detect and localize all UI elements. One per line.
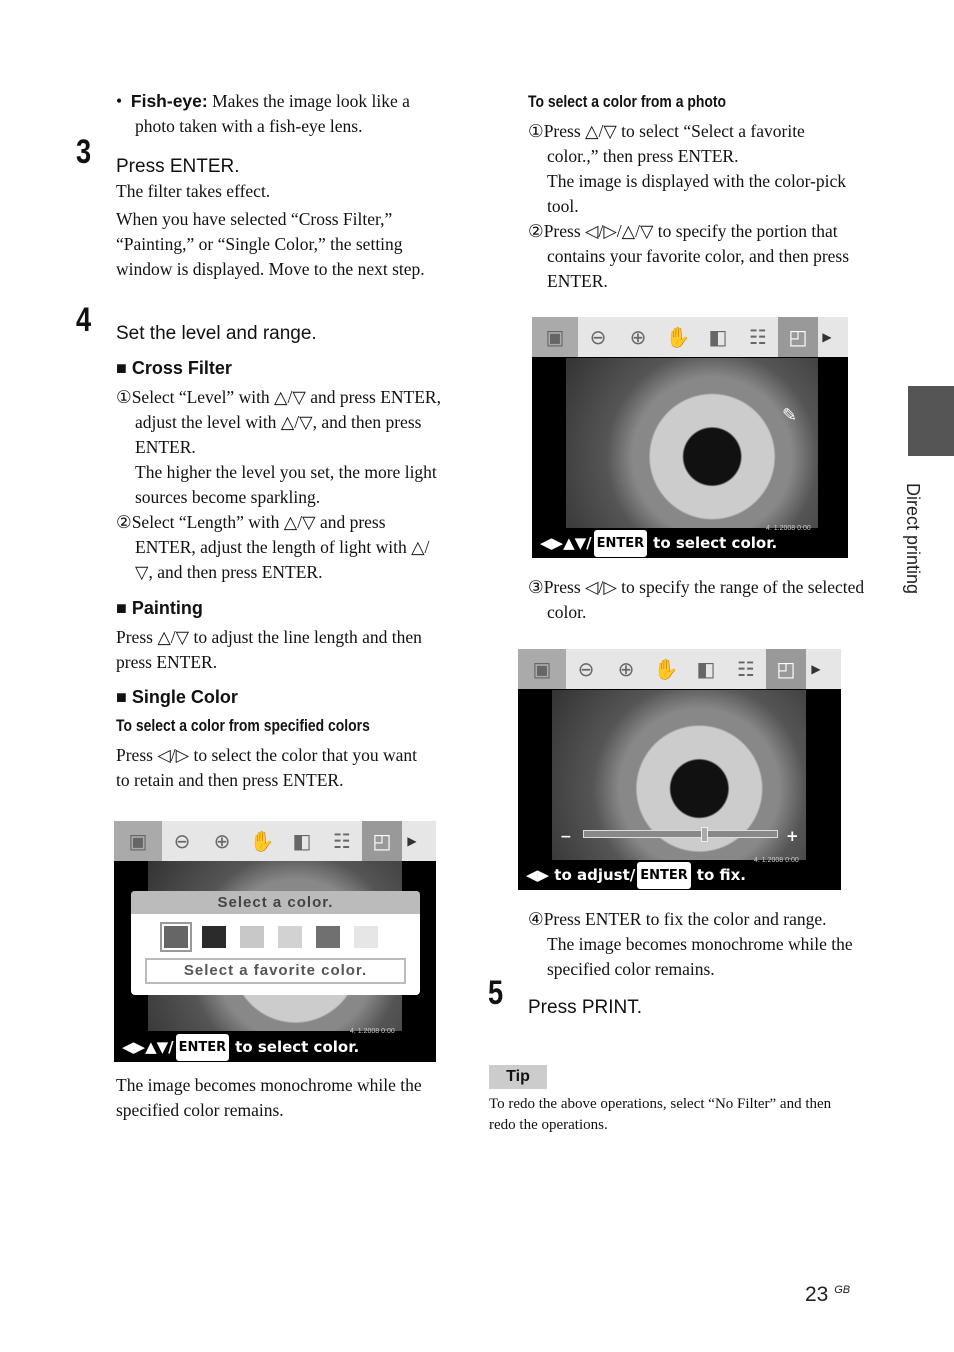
hint-text: to select color. — [235, 1037, 360, 1056]
color-swatch[interactable] — [316, 926, 340, 948]
note: The image is displayed with the color-pi… — [547, 171, 847, 216]
term: Fish-eye: — [130, 91, 208, 111]
step4-final: ④Press ENTER to fix the color and range.… — [528, 907, 868, 982]
step-heading: Press ENTER. — [116, 156, 240, 177]
enter-key-icon: ENTER — [593, 529, 648, 557]
page-number-value: 23 — [805, 1283, 829, 1306]
filter-icon[interactable]: ◰ — [362, 821, 402, 861]
adjust-icon[interactable]: ☷ — [322, 821, 362, 861]
substep: ①Press △/▽ to select “Select a favorite … — [528, 121, 805, 166]
paragraph: Press ◁/▷ to select the color that you w… — [116, 745, 418, 790]
section-heading: ■ Single Color — [116, 687, 238, 707]
pen-cursor-icon[interactable]: ✎ — [782, 403, 797, 428]
rotate-icon[interactable]: ◧ — [282, 821, 322, 861]
step-number: 5 — [488, 974, 504, 1012]
subheading: To select a color from a photo — [528, 92, 727, 111]
color-swatch[interactable] — [202, 926, 226, 948]
more-arrow-icon[interactable]: ▶ — [402, 821, 422, 861]
adjust-icon[interactable]: ☷ — [726, 649, 766, 689]
paragraph: The filter takes effect. — [116, 181, 271, 201]
more-arrow-icon[interactable]: ▶ — [818, 317, 836, 357]
page-number: 23 GB — [805, 1278, 850, 1307]
zoom-out-icon[interactable]: ⊖ — [566, 649, 606, 689]
zoom-out-icon[interactable]: ⊖ — [162, 821, 202, 861]
substep: ①Select “Level” with △/▽ and press ENTER… — [116, 387, 441, 457]
filter-icon[interactable]: ◰ — [778, 317, 818, 357]
more-arrow-icon[interactable]: ▶ — [806, 649, 826, 689]
enter-key-icon: ENTER — [175, 1033, 230, 1061]
minus-icon[interactable]: − — [560, 825, 572, 850]
manual-page: • Fish-eye: Makes the image look like a … — [0, 0, 954, 1352]
tip-badge: Tip — [489, 1065, 547, 1089]
paragraph: The image becomes monochrome while the s… — [116, 1075, 422, 1120]
step-number: 3 — [76, 133, 92, 171]
range-slider[interactable] — [583, 827, 778, 842]
fisheye-item: • Fish-eye: Makes the image look like a … — [116, 89, 446, 139]
select-color-dialog: Select a color. Select a favorite color. — [131, 891, 420, 995]
color-swatch[interactable] — [160, 922, 192, 952]
dialog-title: Select a color. — [131, 891, 420, 914]
toolbar: ▣ ⊖ ⊕ ✋ ◧ ☷ ◰ ▶ — [532, 317, 848, 357]
plus-icon[interactable]: + — [786, 824, 799, 849]
step-number: 4 — [76, 301, 92, 339]
zoom-out-icon[interactable]: ⊖ — [578, 317, 618, 357]
color-swatch[interactable] — [240, 926, 264, 948]
tip-text: To redo the above operations, select “No… — [489, 1096, 832, 1133]
step-heading: Press PRINT. — [528, 997, 643, 1018]
note: The image becomes monochrome while the s… — [547, 934, 853, 979]
hint-bar: ◀▶▲▼/ENTER to select color. — [114, 1032, 436, 1062]
arrow-keys-icon: ◀▶▲▼/ — [122, 1037, 174, 1056]
select-favorite-color-button[interactable]: Select a favorite color. — [145, 958, 406, 984]
swatch-row — [131, 914, 420, 952]
color-swatch[interactable] — [278, 926, 302, 948]
zoom-in-icon[interactable]: ⊕ — [618, 317, 658, 357]
edit-photo-icon[interactable]: ▣ — [518, 649, 566, 689]
color-swatch[interactable] — [354, 926, 378, 948]
zoom-in-icon[interactable]: ⊕ — [606, 649, 646, 689]
section-heading: ■ Cross Filter — [116, 358, 232, 378]
hand-icon[interactable]: ✋ — [242, 821, 282, 861]
hint-bar: ◀▶ to adjust/ENTER to fix. — [518, 860, 841, 890]
side-tab-marker — [908, 386, 954, 456]
substep: ②Press ◁/▷/△/▽ to specify the portion th… — [528, 221, 850, 291]
bullet: • — [116, 91, 123, 111]
step-heading: Set the level and range. — [116, 323, 317, 344]
hint-text: to select color. — [653, 533, 778, 552]
screen-adjust-range: ▣ ⊖ ⊕ ✋ ◧ ☷ ◰ ▶ − + 4. 1.2008 0:00 ◀▶ to… — [518, 649, 841, 890]
photo-steps: ①Press △/▽ to select “Select a favorite … — [528, 119, 858, 294]
photo — [566, 358, 818, 528]
adjust-icon[interactable]: ☷ — [738, 317, 778, 357]
hand-icon[interactable]: ✋ — [658, 317, 698, 357]
enter-key-icon: ENTER — [637, 861, 691, 889]
subheading: To select a color from specified colors — [116, 716, 370, 735]
substep: ②Select “Length” with △/▽ and press ENTE… — [116, 512, 430, 582]
arrow-keys-icon: ◀▶▲▼/ — [540, 533, 592, 552]
filter-icon[interactable]: ◰ — [766, 649, 806, 689]
section-tab-label: Direct printing — [903, 483, 923, 595]
screen-select-color: ▣ ⊖ ⊕ ✋ ◧ ☷ ◰ ▶ 4. 1.2008 0:00 Select a … — [114, 821, 436, 1062]
toolbar: ▣ ⊖ ⊕ ✋ ◧ ☷ ◰ ▶ — [114, 821, 436, 861]
zoom-in-icon[interactable]: ⊕ — [202, 821, 242, 861]
screen-color-pick: ▣ ⊖ ⊕ ✋ ◧ ☷ ◰ ▶ ✎ 4. 1.2008 0:00 ◀▶▲▼/EN… — [532, 317, 848, 558]
note: The higher the level you set, the more l… — [135, 462, 437, 507]
section-heading: ■ Painting — [116, 598, 203, 618]
rotate-icon[interactable]: ◧ — [686, 649, 726, 689]
toolbar: ▣ ⊖ ⊕ ✋ ◧ ☷ ◰ ▶ — [518, 649, 841, 689]
edit-photo-icon[interactable]: ▣ — [532, 317, 578, 357]
edit-photo-icon[interactable]: ▣ — [114, 821, 162, 861]
arrow-keys-icon: ◀▶ to adjust/ — [526, 865, 636, 884]
page-suffix: GB — [834, 1284, 851, 1296]
substep: ④Press ENTER to fix the color and range. — [528, 909, 827, 929]
step3-body: The filter takes effect. When you have s… — [116, 179, 446, 282]
hint-bar: ◀▶▲▼/ENTER to select color. — [532, 528, 848, 558]
cross-filter-steps: ①Select “Level” with △/▽ and press ENTER… — [116, 385, 446, 585]
paragraph: Press △/▽ to adjust the line length and … — [116, 627, 422, 672]
hand-icon[interactable]: ✋ — [646, 649, 686, 689]
hint-text: to fix. — [696, 865, 746, 884]
paragraph: When you have selected “Cross Filter,” “… — [116, 209, 425, 279]
slider-thumb[interactable] — [700, 827, 708, 842]
rotate-icon[interactable]: ◧ — [698, 317, 738, 357]
substep: ③Press ◁/▷ to specify the range of the s… — [528, 577, 865, 622]
